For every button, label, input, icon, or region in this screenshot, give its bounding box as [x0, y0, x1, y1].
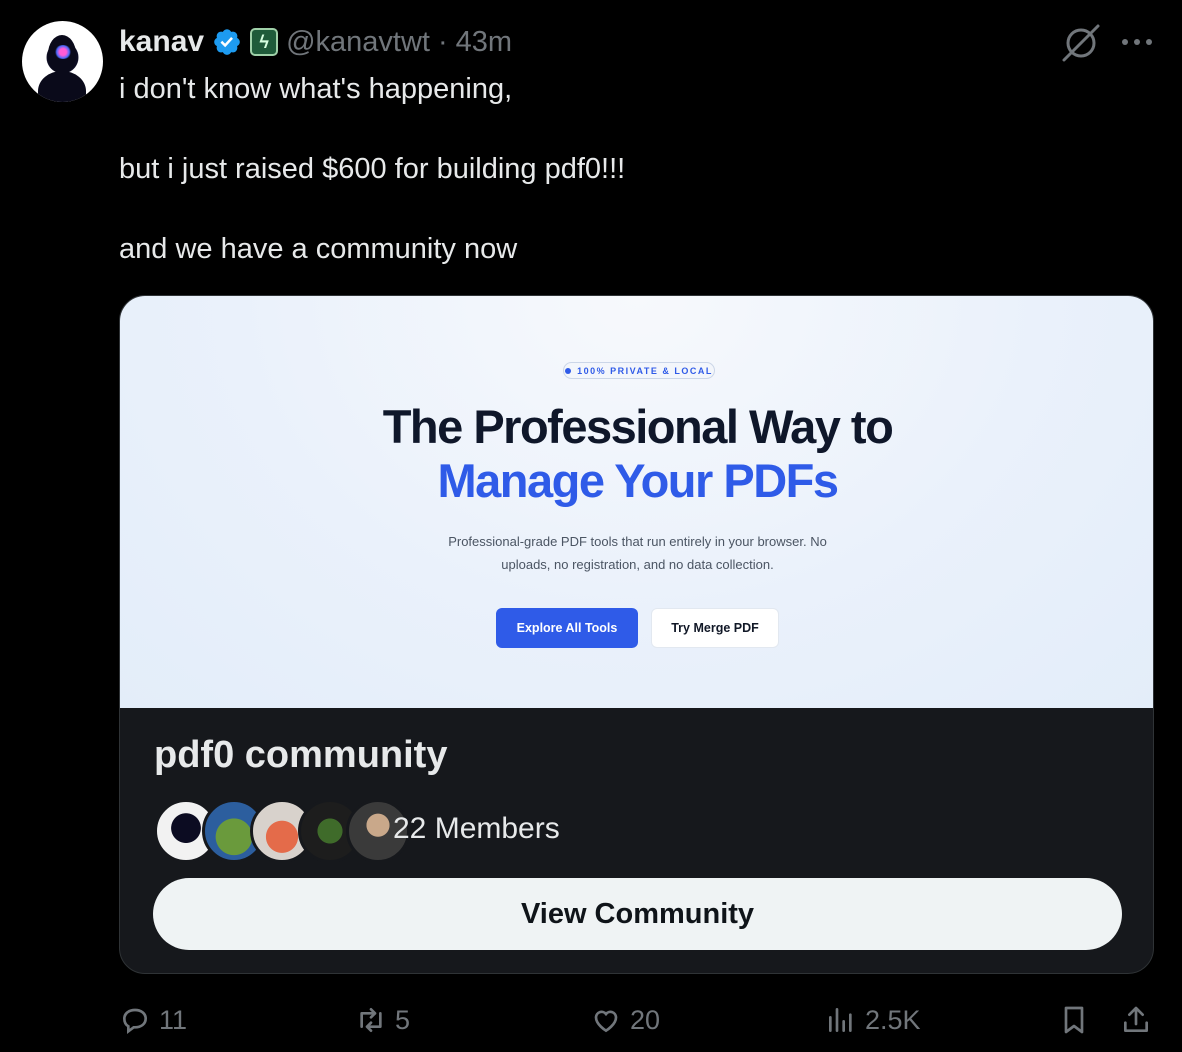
- more-options-icon[interactable]: [1120, 36, 1154, 48]
- privacy-pill: 100% PRIVATE & LOCAL: [563, 362, 715, 379]
- reply-count: 11: [159, 1004, 188, 1035]
- tweet-time[interactable]: 43m: [456, 26, 512, 59]
- tweet-text-line-1: i don't know what's happening,: [119, 73, 513, 105]
- author-name[interactable]: kanav: [119, 25, 204, 59]
- separator-dot: ·: [437, 25, 448, 58]
- author-avatar[interactable]: [22, 21, 103, 102]
- flair-badge-icon: ϟ: [250, 28, 279, 56]
- bookmark-icon: [1064, 1006, 1084, 1034]
- hero-title-line-2: Manage Your PDFs: [437, 454, 839, 507]
- like-button[interactable]: 20: [590, 1000, 660, 1040]
- pill-label: 100% PRIVATE & LOCAL: [577, 365, 713, 376]
- try-merge-pdf-button: Try Merge PDF: [651, 608, 779, 648]
- community-name: pdf0 community: [154, 734, 448, 776]
- verified-badge-icon: [214, 29, 240, 55]
- hero-title-line-1: The Professional Way to: [382, 400, 894, 453]
- tweet-text-line-2: but i just raised $600 for building pdf0…: [119, 153, 626, 185]
- community-card[interactable]: 100% PRIVATE & LOCAL The Professional Wa…: [119, 295, 1154, 974]
- bookmark-button[interactable]: [1058, 1000, 1090, 1040]
- hero-description-line-1: Professional-grade PDF tools that run en…: [448, 534, 827, 549]
- hero-description-line-2: uploads, no registration, and no data co…: [501, 557, 774, 572]
- pill-dot-icon: [565, 367, 572, 374]
- grok-icon[interactable]: [1060, 22, 1102, 64]
- views-icon: [829, 1008, 852, 1032]
- avatar-body: [38, 71, 86, 102]
- like-count: 20: [630, 1004, 661, 1035]
- tweet-header: kanav ϟ @kanavtwt · 43m: [119, 22, 512, 62]
- explore-all-tools-button: Explore All Tools: [496, 608, 638, 648]
- community-banner-image: 100% PRIVATE & LOCAL The Professional Wa…: [120, 296, 1153, 708]
- reply-button[interactable]: 11: [119, 1000, 187, 1040]
- repost-button[interactable]: 5: [355, 1000, 410, 1040]
- tweet-actions: 11 5 20 2.5K: [0, 1000, 1182, 1040]
- repost-count: 5: [395, 1004, 411, 1035]
- repost-icon: [360, 1008, 382, 1032]
- member-avatars: [154, 799, 410, 863]
- heart-icon: [594, 1010, 618, 1033]
- reply-icon: [122, 1008, 148, 1034]
- member-count: 22 Members: [393, 812, 560, 845]
- avatar-glow: [54, 45, 72, 59]
- author-handle[interactable]: @kanavtwt: [286, 26, 430, 59]
- share-button[interactable]: [1120, 1000, 1152, 1040]
- view-count: 2.5K: [865, 1004, 921, 1035]
- tweet-text-line-3: and we have a community now: [119, 233, 518, 265]
- share-icon: [1124, 1006, 1148, 1032]
- views-button[interactable]: 2.5K: [825, 1000, 921, 1040]
- view-community-button[interactable]: View Community: [153, 878, 1122, 950]
